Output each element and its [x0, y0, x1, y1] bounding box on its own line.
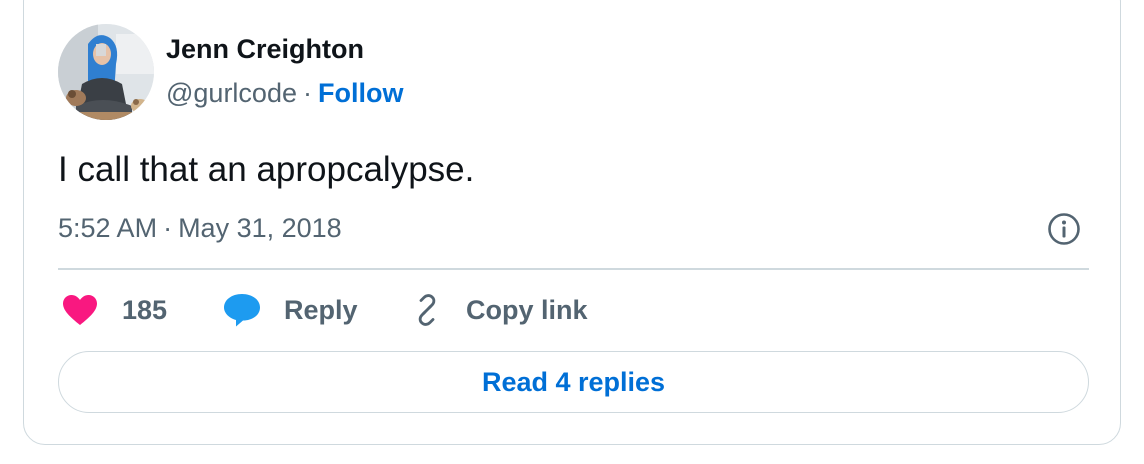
- heart-icon: [63, 295, 97, 325]
- handle-separator: ·: [302, 78, 312, 108]
- speech-bubble-icon: [224, 294, 260, 327]
- reply-button[interactable]: Reply: [222, 290, 358, 330]
- like-button[interactable]: 185: [62, 290, 167, 330]
- follow-link[interactable]: Follow: [318, 78, 403, 108]
- tweet-date: May 31, 2018: [178, 213, 342, 243]
- link-icon: [418, 294, 436, 326]
- tweet-time: 5:52 AM: [58, 213, 158, 243]
- divider: [58, 268, 1089, 270]
- read-replies-button[interactable]: Read 4 replies: [58, 351, 1089, 413]
- copy-link-label: Copy link: [466, 294, 588, 325]
- copy-link-button[interactable]: Copy link: [410, 290, 588, 330]
- timestamp-separator: ·: [163, 213, 173, 243]
- info-icon[interactable]: [1047, 212, 1081, 246]
- tweet-timestamp[interactable]: 5:52 AM · May 31, 2018: [58, 213, 342, 244]
- like-count: 185: [122, 294, 168, 325]
- avatar-photo: [58, 24, 154, 120]
- tweet-text: I call that an apropcalypse.: [58, 150, 475, 189]
- author-handle[interactable]: @gurlcode: [166, 78, 297, 108]
- author-handle-row: @gurlcode · Follow: [166, 78, 403, 109]
- author-name[interactable]: Jenn Creighton: [166, 34, 364, 65]
- avatar[interactable]: [58, 24, 154, 120]
- reply-label: Reply: [284, 294, 358, 325]
